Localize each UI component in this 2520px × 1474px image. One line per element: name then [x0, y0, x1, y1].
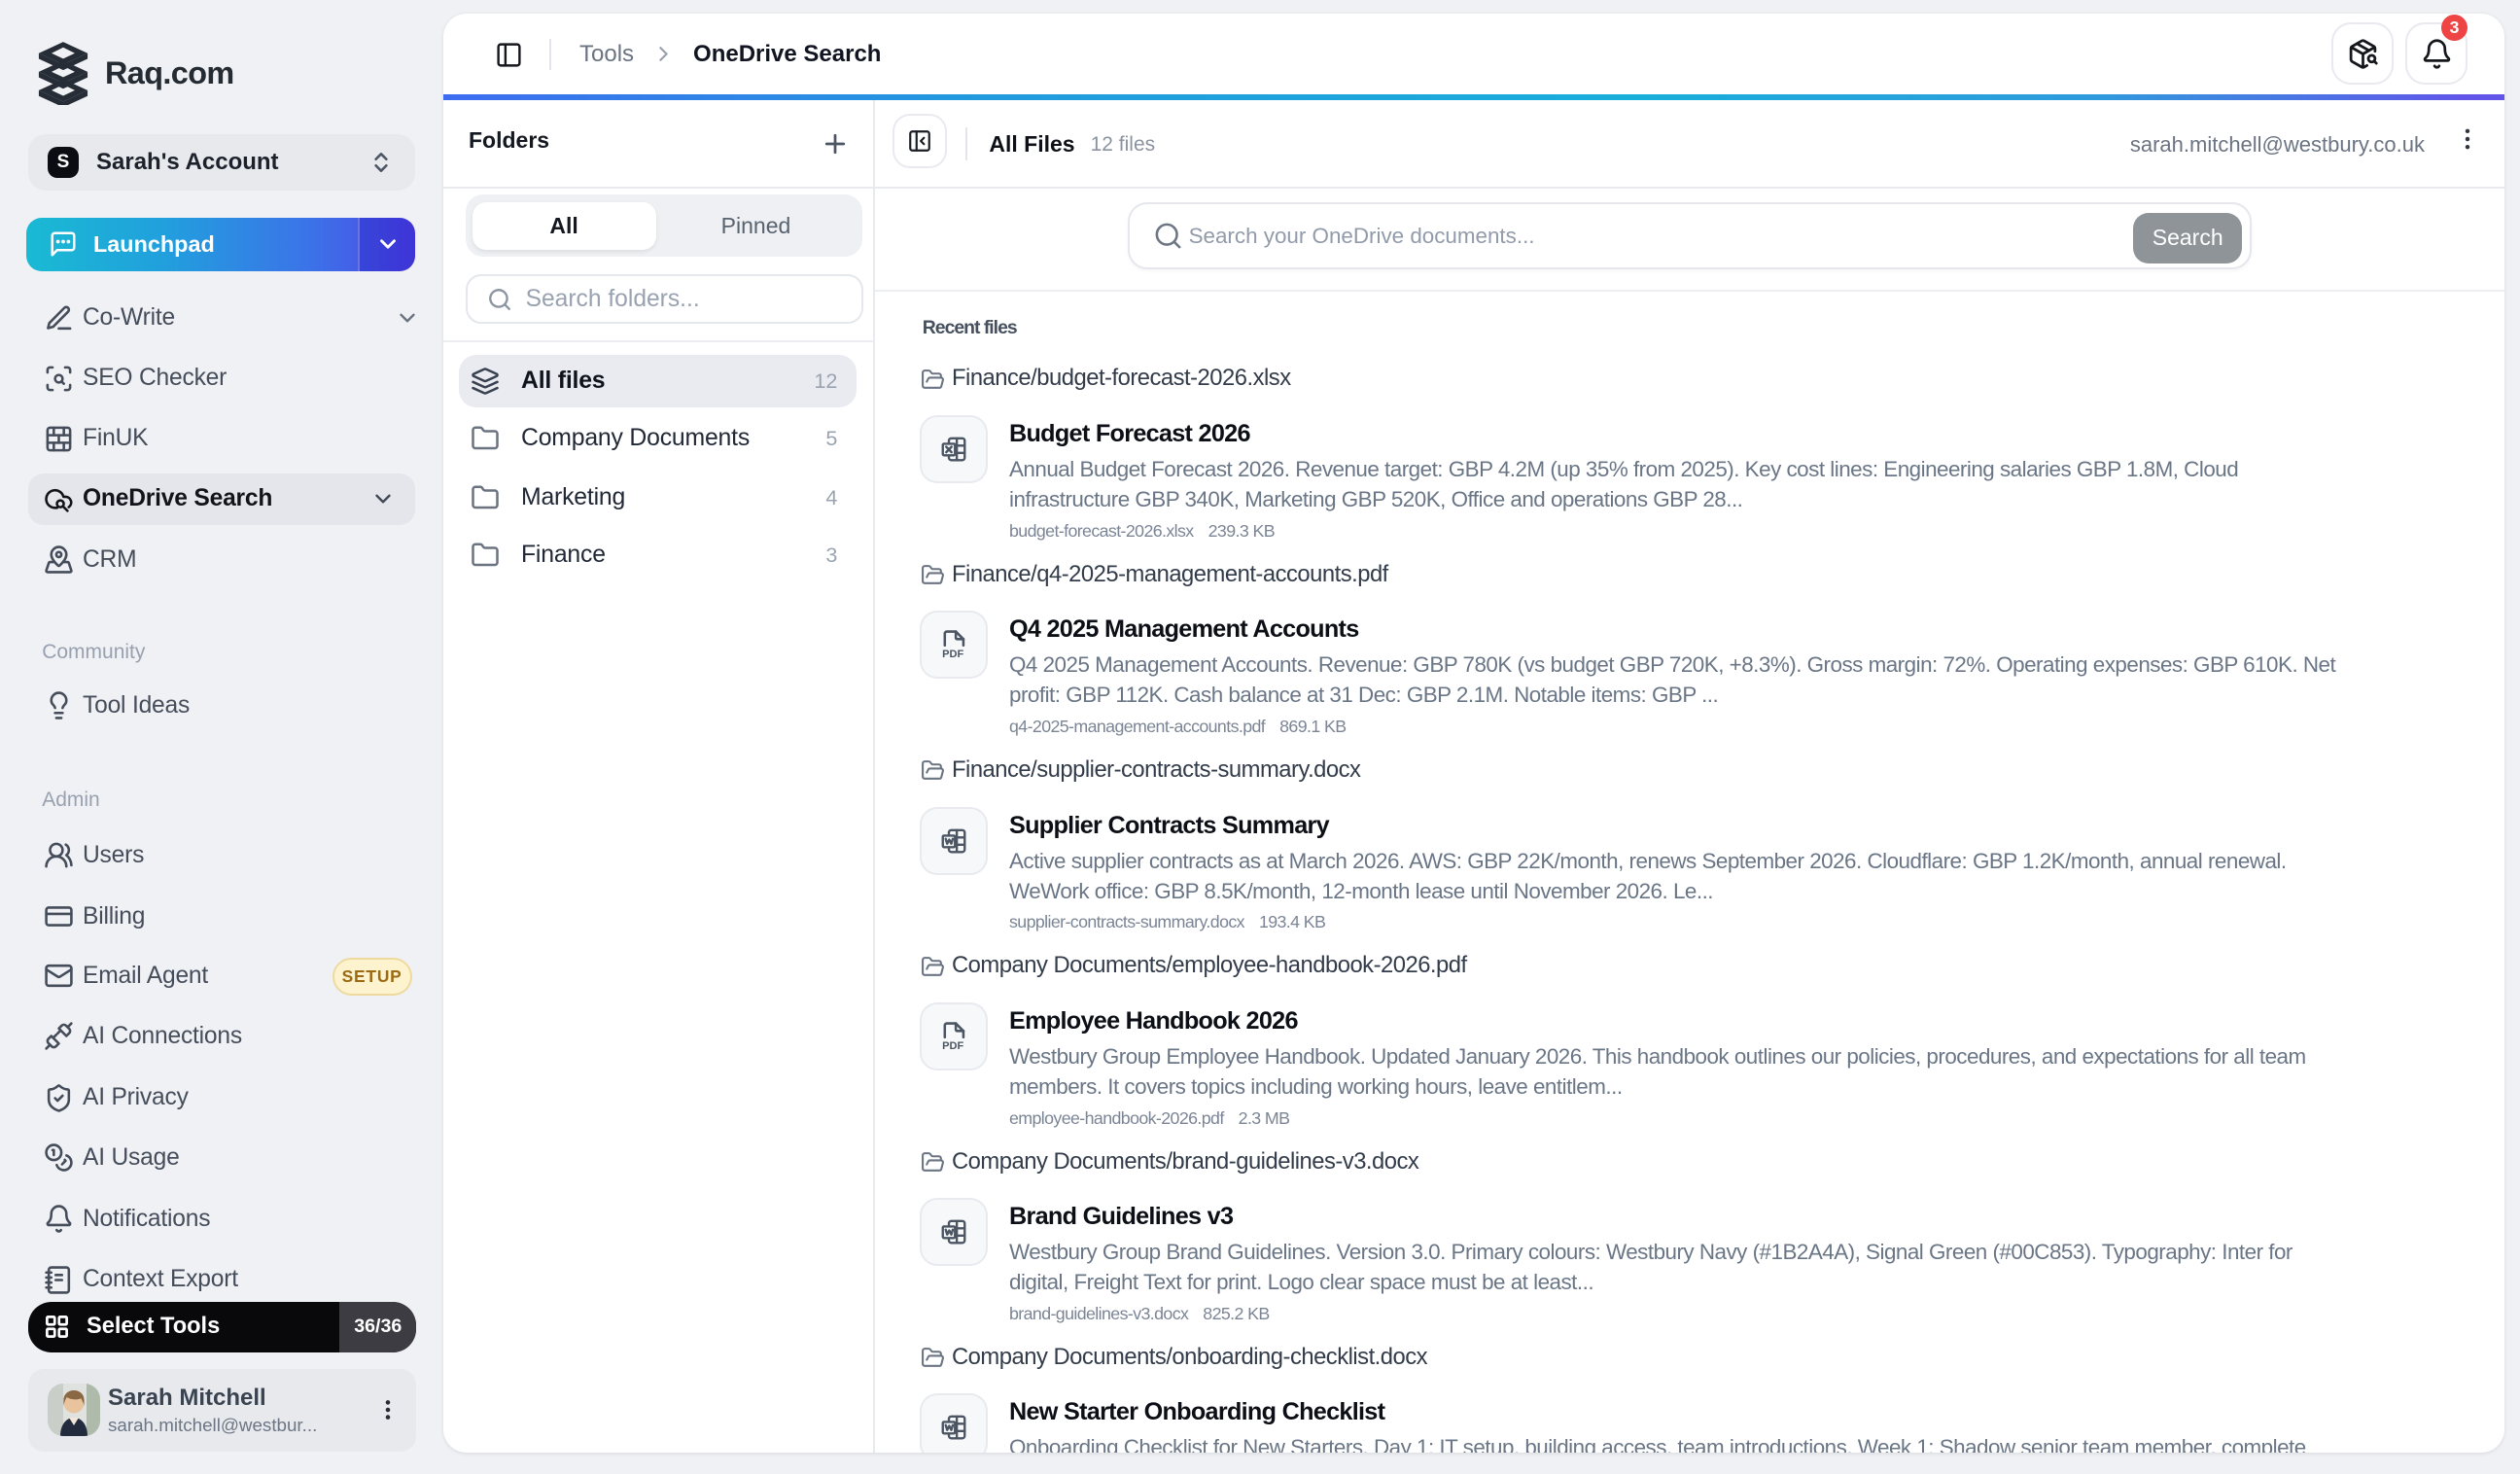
svg-text:PDF: PDF: [942, 649, 963, 660]
svg-text:PDF: PDF: [942, 1040, 963, 1052]
